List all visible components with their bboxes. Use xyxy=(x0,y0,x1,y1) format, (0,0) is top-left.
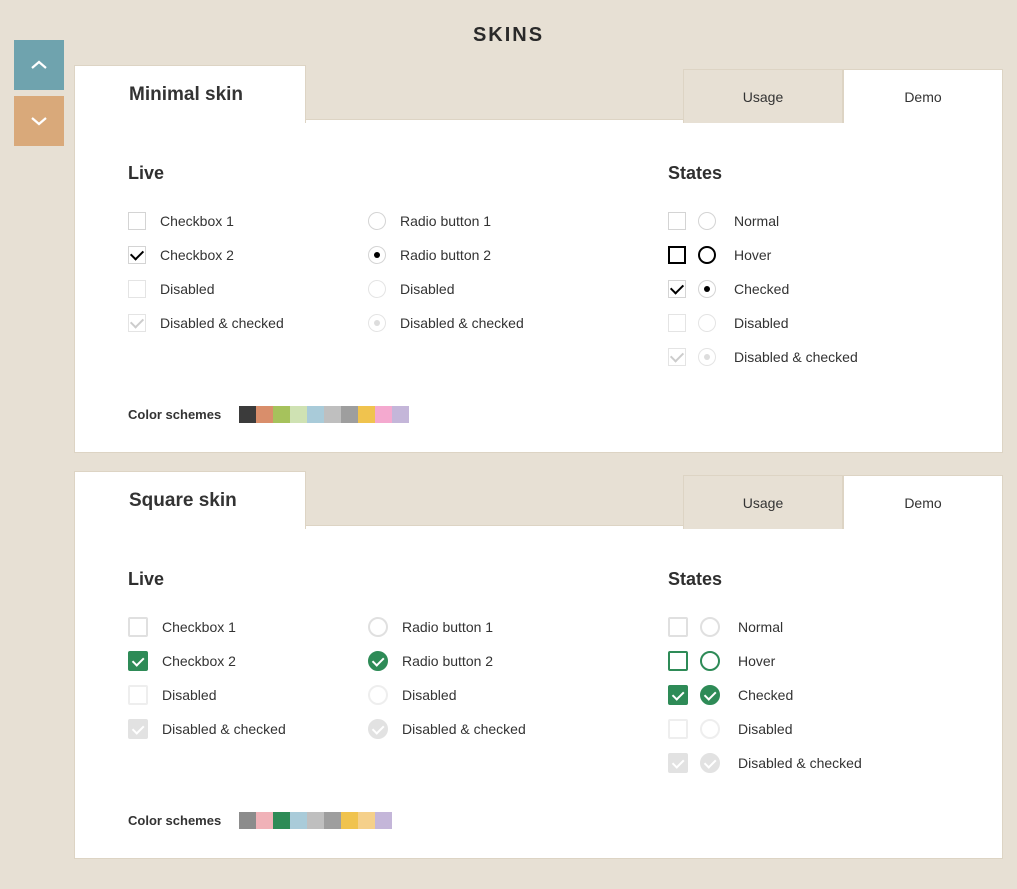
radio-2[interactable] xyxy=(368,246,386,264)
radio-disabled-checked xyxy=(368,314,386,332)
state-checkbox-normal xyxy=(668,617,688,637)
color-swatch[interactable] xyxy=(290,406,307,423)
checkbox-disabled-checked-label: Disabled & checked xyxy=(162,721,286,737)
color-swatch[interactable] xyxy=(239,406,256,423)
radio-2[interactable] xyxy=(368,651,388,671)
state-radio-hover xyxy=(700,651,720,671)
radio-disabled xyxy=(368,280,386,298)
state-checkbox-checked xyxy=(668,685,688,705)
nav-down-button[interactable] xyxy=(14,96,64,146)
color-schemes-label: Color schemes xyxy=(128,407,221,422)
state-label-dchecked: Disabled & checked xyxy=(738,755,862,771)
radio-disabled-checked-label: Disabled & checked xyxy=(402,721,526,737)
checkbox-disabled xyxy=(128,685,148,705)
state-checkbox-dchecked xyxy=(668,348,686,366)
state-checkbox-dchecked xyxy=(668,753,688,773)
state-label-checked: Checked xyxy=(734,281,789,297)
color-swatch[interactable] xyxy=(375,406,392,423)
state-checkbox-hover xyxy=(668,651,688,671)
tab-demo[interactable]: Demo xyxy=(843,69,1003,123)
chevron-down-icon xyxy=(30,115,48,127)
checkbox-disabled-checked-label: Disabled & checked xyxy=(160,315,284,331)
live-heading: Live xyxy=(128,163,368,184)
checkbox-1-label: Checkbox 1 xyxy=(162,619,236,635)
checkbox-disabled-checked xyxy=(128,719,148,739)
state-radio-checked xyxy=(698,280,716,298)
state-radio-dchecked xyxy=(698,348,716,366)
checkbox-1[interactable] xyxy=(128,212,146,230)
state-label-hover: Hover xyxy=(738,653,775,669)
state-radio-checked xyxy=(700,685,720,705)
checkbox-2[interactable] xyxy=(128,651,148,671)
state-checkbox-normal xyxy=(668,212,686,230)
state-label-disabled: Disabled xyxy=(738,721,792,737)
state-label-checked: Checked xyxy=(738,687,793,703)
tab-usage[interactable]: Usage xyxy=(683,69,843,123)
states-heading: States xyxy=(668,163,949,184)
state-label-normal: Normal xyxy=(734,213,779,229)
states-heading: States xyxy=(668,569,949,590)
state-radio-disabled xyxy=(700,719,720,739)
state-radio-dchecked xyxy=(700,753,720,773)
color-swatch[interactable] xyxy=(358,406,375,423)
radio-2-label: Radio button 2 xyxy=(400,247,491,263)
color-swatch[interactable] xyxy=(324,406,341,423)
skin-title-square: Square skin xyxy=(74,471,306,529)
color-swatch[interactable] xyxy=(341,406,358,423)
checkbox-2-label: Checkbox 2 xyxy=(160,247,234,263)
radio-disabled xyxy=(368,685,388,705)
checkbox-2-label: Checkbox 2 xyxy=(162,653,236,669)
color-swatch[interactable] xyxy=(256,406,273,423)
skin-title-minimal: Minimal skin xyxy=(74,65,306,123)
radio-disabled-label: Disabled xyxy=(402,687,456,703)
checkbox-disabled-label: Disabled xyxy=(162,687,216,703)
state-radio-hover xyxy=(698,246,716,264)
checkbox-disabled-checked xyxy=(128,314,146,332)
checkbox-1-label: Checkbox 1 xyxy=(160,213,234,229)
tab-demo[interactable]: Demo xyxy=(843,475,1003,529)
radio-1[interactable] xyxy=(368,212,386,230)
checkbox-1[interactable] xyxy=(128,617,148,637)
checkbox-disabled-label: Disabled xyxy=(160,281,214,297)
color-swatch[interactable] xyxy=(273,406,290,423)
radio-1[interactable] xyxy=(368,617,388,637)
checkbox-2[interactable] xyxy=(128,246,146,264)
state-label-normal: Normal xyxy=(738,619,783,635)
radio-disabled-checked-label: Disabled & checked xyxy=(400,315,524,331)
state-label-dchecked: Disabled & checked xyxy=(734,349,858,365)
chevron-up-icon xyxy=(30,59,48,71)
tab-usage[interactable]: Usage xyxy=(683,475,843,529)
state-checkbox-disabled xyxy=(668,314,686,332)
live-heading: Live xyxy=(128,569,368,590)
radio-disabled-checked xyxy=(368,719,388,739)
radio-1-label: Radio button 1 xyxy=(400,213,491,229)
state-radio-disabled xyxy=(698,314,716,332)
radio-1-label: Radio button 1 xyxy=(402,619,493,635)
radio-disabled-label: Disabled xyxy=(400,281,454,297)
color-swatch[interactable] xyxy=(392,406,409,423)
page-title: SKINS xyxy=(0,0,1017,47)
nav-up-button[interactable] xyxy=(14,40,64,90)
state-label-disabled: Disabled xyxy=(734,315,788,331)
state-checkbox-checked xyxy=(668,280,686,298)
state-checkbox-disabled xyxy=(668,719,688,739)
state-checkbox-hover xyxy=(668,246,686,264)
radio-2-label: Radio button 2 xyxy=(402,653,493,669)
color-swatch[interactable] xyxy=(307,406,324,423)
checkbox-disabled xyxy=(128,280,146,298)
state-radio-normal xyxy=(698,212,716,230)
state-radio-normal xyxy=(700,617,720,637)
state-label-hover: Hover xyxy=(734,247,771,263)
